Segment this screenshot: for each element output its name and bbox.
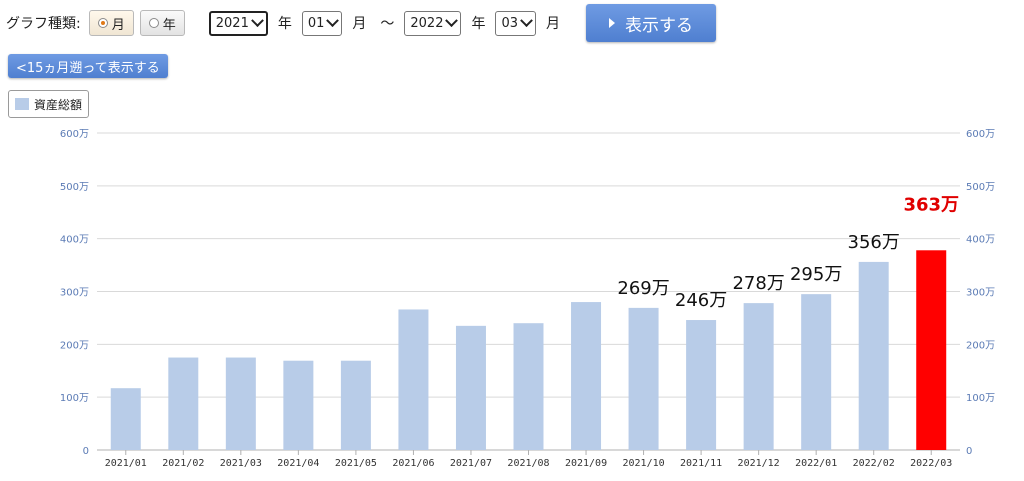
x-tick-label: 2022/03 [910, 458, 952, 469]
x-tick-label: 2021/12 [738, 458, 780, 469]
x-tick-label: 2021/04 [277, 458, 319, 469]
y-tick-label-left: 0 [83, 446, 89, 457]
x-tick-label: 2021/02 [162, 458, 204, 469]
y-tick-label-left: 200万 [60, 340, 89, 351]
bar [686, 320, 717, 450]
bar [628, 307, 659, 450]
y-tick-label-right: 0 [966, 446, 972, 457]
x-tick-label: 2021/03 [220, 458, 262, 469]
asset-bar-chart: 0 0 100万 100万 200万 200万 300万 300万 400万 400万 500万 50… [60, 129, 995, 469]
x-tick-label: 2022/01 [795, 458, 837, 469]
y-tick-label-left: 500万 [60, 182, 89, 193]
y-tick-label-right: 600万 [966, 129, 995, 140]
data-label: 363万 [903, 194, 959, 215]
x-tick-label: 2021/09 [565, 458, 607, 469]
data-label: 278万 [732, 273, 784, 294]
data-label: 246万 [675, 290, 727, 311]
x-tick-label: 2021/08 [507, 458, 549, 469]
bar [801, 294, 832, 450]
y-tick-label-right: 400万 [966, 235, 995, 246]
bar [858, 261, 889, 450]
data-label: 295万 [790, 264, 842, 285]
bar [743, 303, 774, 450]
bar [225, 357, 256, 450]
x-tick-label: 2021/11 [680, 458, 722, 469]
bar [283, 360, 314, 450]
y-tick-label-left: 100万 [60, 393, 89, 404]
x-tick-label: 2021/01 [105, 458, 147, 469]
bar [398, 309, 429, 450]
data-label: 356万 [848, 232, 900, 253]
x-tick-label: 2021/05 [335, 458, 377, 469]
bar [513, 323, 544, 450]
bar [110, 388, 141, 450]
y-tick-label-right: 300万 [966, 288, 995, 299]
x-tick-label: 2021/10 [622, 458, 664, 469]
y-tick-label-right: 100万 [966, 393, 995, 404]
bar [168, 357, 199, 450]
y-tick-label-left: 600万 [60, 129, 89, 140]
y-tick-label-left: 400万 [60, 235, 89, 246]
x-tick-label: 2022/02 [853, 458, 895, 469]
y-tick-label-left: 300万 [60, 288, 89, 299]
x-tick-label: 2021/06 [392, 458, 434, 469]
bar [916, 250, 947, 450]
bar [455, 325, 486, 450]
bar [340, 360, 371, 450]
x-tick-label: 2021/07 [450, 458, 492, 469]
data-label: 269万 [617, 278, 669, 299]
y-tick-label-right: 500万 [966, 182, 995, 193]
bar [571, 302, 602, 450]
y-tick-label-right: 200万 [966, 340, 995, 351]
